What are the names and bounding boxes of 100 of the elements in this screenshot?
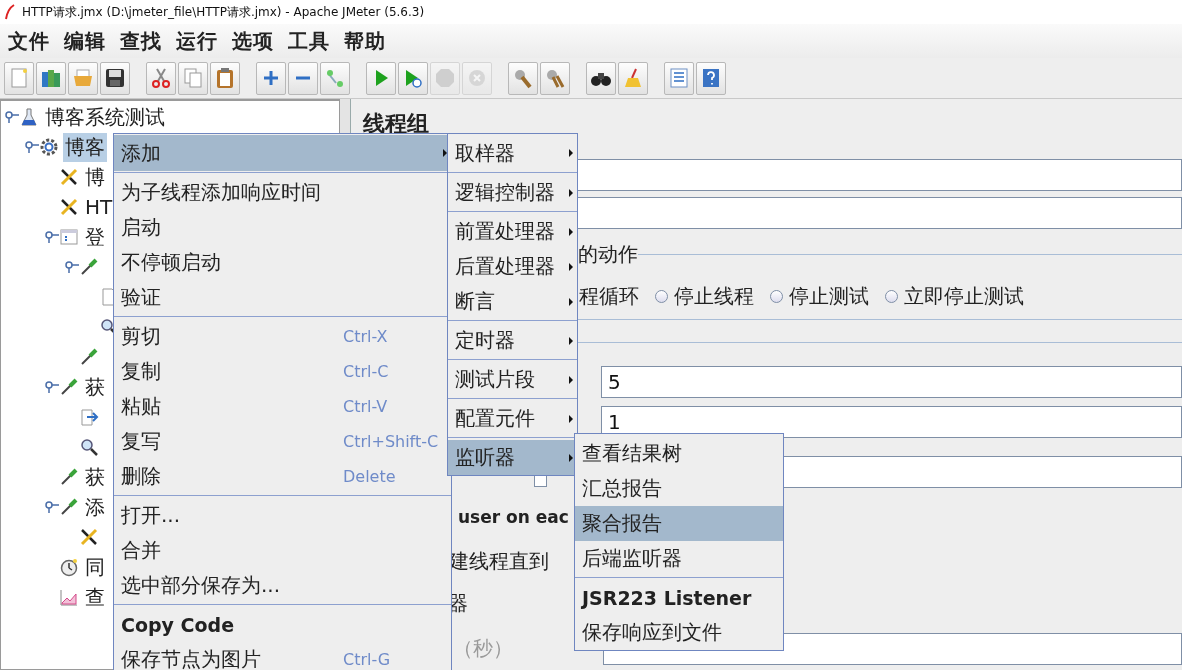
menu-item[interactable]: 不停顿启动 [114,245,451,280]
clock-icon [59,557,79,577]
flask-icon [19,107,39,127]
menu-item[interactable]: 选中部分保存为... [114,568,451,603]
tools-icon [59,167,79,187]
panel-title: 线程组 [361,110,430,138]
menu-item[interactable]: 后置处理器 [448,249,577,284]
input-field[interactable]: 5 [601,366,1182,398]
menu-bar-item[interactable]: 工具 [288,27,330,55]
expanded-handle-icon[interactable] [45,231,59,243]
radio-button[interactable] [770,289,783,303]
menu-item[interactable]: 取样器 [448,135,577,171]
window-title: HTTP请求.jmx (D:\jmeter_file\HTTP请求.jmx) - Apache JMeter (5.6.3) [22,3,425,21]
list-icon [668,67,690,89]
menu-item[interactable]: 复写 Ctrl+Shift-C [114,424,451,459]
menu-item[interactable]: 粘贴 Ctrl-V [114,389,451,424]
tree-node[interactable]: 获 [83,462,107,492]
menu-item[interactable]: 监听器 [448,440,577,475]
radio-button[interactable] [885,289,898,303]
menu-item[interactable]: Copy Code [114,607,451,642]
tree-node[interactable] [79,347,99,367]
tree-node[interactable]: 同 [83,552,107,582]
group-legend: 的动作 [578,240,638,268]
pipette-icon [59,497,79,517]
menu-item[interactable]: 合并 [114,533,451,568]
shortcut-text: Ctrl-X [343,327,388,346]
submenu-arrow-icon [569,227,573,236]
document-arrow-icon [79,407,99,427]
menu-item[interactable]: 定时器 [448,323,577,358]
submenu-arrow-icon [569,188,573,197]
help-icon [700,67,722,89]
radio-button[interactable] [655,289,668,303]
pipette-icon [79,347,99,367]
menu-item[interactable]: 后端监听器 [575,541,783,576]
submenu-arrow-icon [569,414,573,423]
menu-item[interactable]: 保存节点为图片 Ctrl-G [114,642,451,670]
tree-node[interactable]: 查 [83,582,107,612]
tree-node[interactable]: 博客 [63,132,107,162]
shortcut-text: Ctrl+Shift-C [343,432,439,451]
menu-item[interactable]: 保存响应到文件 [575,615,783,650]
tree-node[interactable] [79,437,99,457]
pipette-icon [79,257,99,277]
submenu-arrow-icon [569,262,573,271]
new-file-icon [8,67,30,89]
menu-item[interactable]: 删除 Delete [114,459,451,494]
tools-icon [59,197,79,217]
menu-bar-item[interactable]: 帮助 [344,27,386,55]
tree-node[interactable]: 博 [83,162,107,192]
expanded-handle-icon[interactable] [5,111,19,123]
menu-item[interactable]: 前置处理器 [448,214,577,249]
menu-bar-item[interactable]: 查找 [120,27,162,55]
minus-icon [296,76,310,80]
tree-node[interactable] [79,407,99,427]
submenu-arrow-icon [569,149,573,157]
cut-icon [150,67,172,89]
tree-node[interactable]: 登 [83,222,107,252]
tree-node[interactable] [79,527,99,547]
expanded-handle-icon[interactable] [65,261,79,273]
menu-item[interactable]: 打开... [114,498,451,533]
chart-icon [59,587,79,607]
submenu-arrow-icon [569,336,573,345]
menu-item[interactable]: 汇总报告 [575,471,783,506]
toolbar-button[interactable] [100,61,130,95]
feather-icon [4,4,16,20]
stop-icon [434,67,456,89]
expanded-handle-icon[interactable] [45,501,59,513]
menu-item[interactable]: 测试片段 [448,362,577,397]
broom-icon [622,67,644,89]
toolbar-button[interactable] [586,61,616,95]
menu-bar-item[interactable]: 编辑 [64,27,106,55]
radio-label: 停止测试 [789,282,869,310]
menu-bar-item[interactable]: 运行 [176,27,218,55]
input-field[interactable]: 1 [601,406,1182,438]
tree-node[interactable]: HT [83,194,115,220]
menu-item[interactable]: JSR223 Listener [575,580,783,615]
copy-icon [182,67,204,89]
menu-item[interactable]: 启动 [114,210,451,245]
menu-item[interactable]: 剪切 Ctrl-X [114,319,451,354]
menu-item[interactable]: 配置元件 [448,401,577,436]
tree-node[interactable]: 博客系统测试 [43,102,167,132]
magnifier-icon [79,437,99,457]
submenu-arrow-icon [569,297,573,306]
tree-node[interactable]: 添 [83,492,107,522]
menu-item[interactable]: 查看结果树 [575,435,783,471]
submenu-arrow-icon [569,375,573,384]
menu-item[interactable]: 逻辑控制器 [448,175,577,210]
window-icon [59,227,79,247]
menu-item[interactable]: 验证 [114,280,451,315]
tree-node[interactable]: 获 [83,372,107,402]
shutdown-icon [466,67,488,89]
menu-item[interactable]: 断言 [448,284,577,319]
menu-item[interactable]: 聚合报告 [575,506,783,541]
menu-bar-item[interactable]: 选项 [232,27,274,55]
folder-icon [72,67,94,89]
menu-item[interactable]: 为子线程添加响应时间 [114,175,451,210]
menu-item[interactable]: 复制 Ctrl-C [114,354,451,389]
expanded-handle-icon[interactable] [45,381,59,393]
expanded-handle-icon[interactable] [25,141,39,153]
menu-bar-item[interactable]: 文件 [8,27,50,55]
tree-node[interactable] [79,257,99,277]
